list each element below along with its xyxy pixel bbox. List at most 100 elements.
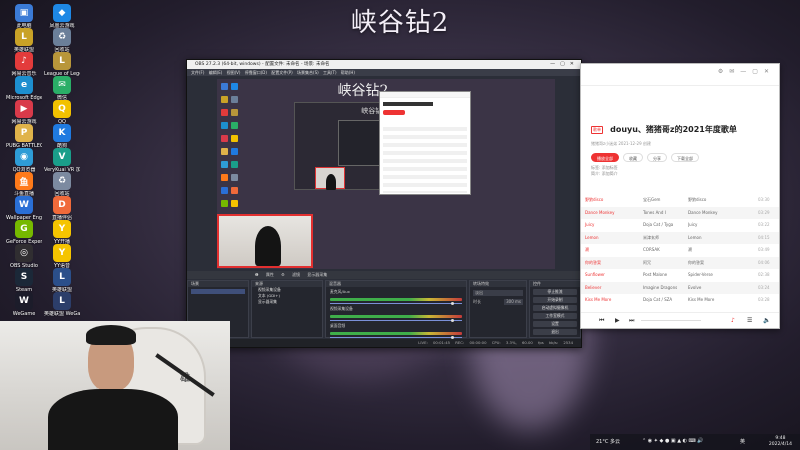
desktop-icon[interactable]: ♪ 网易云音乐 [6,52,42,77]
app-icon: Y [53,220,71,238]
obs-menubar[interactable]: 文件(F) 编辑(E) 视图(V) 停靠窗口(D) 配置文件(P) 场景集合(S… [187,69,581,76]
download-all-button[interactable]: 下载全部 [671,153,699,162]
desktop-icon[interactable]: ♻ 回收站 [44,172,80,197]
collect-button[interactable]: 收藏 [623,153,643,162]
app-icon: Q [53,100,71,118]
desktop-icon[interactable]: L 英雄联盟 [6,28,42,53]
mixer-channel[interactable]: 视频采集设备 [326,306,466,322]
playback-progress[interactable] [641,320,701,321]
app-icon: W [15,196,33,214]
music-player-bar[interactable]: ⏮ ▶ ⏭ ♪ ☰ 🔈 [581,312,779,328]
mixer-channel[interactable]: 麦克风/Aux [326,289,466,305]
desktop-icon[interactable]: ◆ 凤凰云游戏 [44,4,80,29]
ime-indicator[interactable]: 英 [740,438,745,445]
play-all-button[interactable]: 播放全部 [591,153,619,162]
desktop-icon[interactable]: LLeague of Legends [44,52,80,77]
sources-list[interactable]: 视频采集设备 文本 (GDI+) 显示器采集 [252,287,322,305]
obs-window-controls[interactable]: —▢✕ [550,60,579,69]
playlist-header: 歌单 douyu、猪猪哥z的2021年度歌单 猪猪哥z小迷弟 2021-12-2… [591,119,776,177]
obs-control-button[interactable]: 停止推流 [533,289,577,295]
desktop-icon[interactable]: D 直播伴侣 [44,196,80,221]
music-window-controls[interactable]: ⚙✉—▢✕ [718,68,775,75]
playlist-creator[interactable]: 猪猪哥z小迷弟 2021-12-29 创建 [591,141,776,147]
preview-desktop-icon [221,96,228,103]
duration-input[interactable]: 300 ms [504,299,523,305]
play-icon[interactable]: ▶ [615,317,620,324]
prev-track-icon[interactable]: ⏮ [599,317,604,325]
obs-titlebar[interactable]: OBS 27.2.3 (64-bit, windows) - 配置文件: 未命名… [187,60,581,69]
desktop-icon[interactable]: ◉ QQ浏览器 [6,148,42,173]
sources-dock[interactable]: 来源 视频采集设备 文本 (GDI+) 显示器采集 [251,280,323,338]
track-album: Spider-Verse [688,272,713,277]
app-icon: L [53,268,71,286]
transitions-dock[interactable]: 转场特效 淡出 时长 300 ms [469,280,527,338]
volume-slider[interactable] [330,302,462,305]
desktop-icon[interactable]: Y YY开播 [44,220,80,245]
volume-slider[interactable] [330,319,462,322]
mixer-dock[interactable]: 混音器 麦克风/Aux 视频采集设备 桌面音频 [325,280,467,339]
desktop-icon[interactable]: PPUBG BATTLEGR... [6,124,42,149]
obs-control-button[interactable]: 启动虚拟摄像机 [533,305,577,311]
obs-source-toolbar[interactable]: ❶ 属性 ⚙ 滤镜 显示器采集 [187,271,581,279]
weather-text[interactable]: 21°C 多云 [596,438,620,445]
track-row[interactable]: Sunflower Post Malone Spider-Verse 02:38 [581,269,779,282]
obs-control-button[interactable]: 设置 [533,321,577,327]
volume-icon[interactable]: 🔈 [763,317,770,324]
track-row[interactable]: 溯 CORSAK 溯 03:49 [581,244,779,257]
desktop-icon[interactable]: S Steam [6,268,42,293]
desktop-icon[interactable]: 鱼斗鱼直播 [6,172,42,197]
next-track-icon[interactable]: ⏭ [629,317,634,325]
desktop-icon[interactable]: VVeryKuai VR 加速器 [44,148,80,173]
scene-item[interactable] [191,289,245,294]
desktop-icon[interactable]: GGeForce Experience [6,220,42,245]
mixer-channel-label: 视频采集设备 [330,306,353,311]
playlist-description[interactable]: 标签: 添加标签 简介: 添加简介 [591,165,776,177]
track-row[interactable]: Believer Imagine Dragons Evolve 03:24 [581,281,779,294]
track-row[interactable]: 你的答案 阿冗 你的答案 04:06 [581,256,779,269]
source-item[interactable]: 显示器采集 [252,299,322,305]
preview-webcam-source[interactable] [217,214,313,268]
preview-desktop-icon [221,148,228,155]
music-player-window[interactable]: ⚙✉—▢✕ 歌单 douyu、猪猪哥z的2021年度歌单 猪猪哥z小迷弟 202… [580,63,780,329]
desktop-icon[interactable]: WWallpaper Engine [6,196,42,221]
desktop-icon[interactable]: L英雄联盟 WeGame版 [44,292,80,317]
desktop-icon[interactable]: L 英雄联盟 [44,268,80,293]
music-topbar[interactable]: ⚙✉—▢✕ [581,64,779,86]
lyrics-icon[interactable]: ♪ [731,317,735,324]
track-row[interactable]: Dance Monkey Tones And I Dance Monkey 03:29 [581,206,779,219]
obs-window[interactable]: OBS 27.2.3 (64-bit, windows) - 配置文件: 未命名… [186,59,582,348]
mixer-channels[interactable]: 麦克风/Aux 视频采集设备桌面音频 [326,289,466,339]
mixer-channel[interactable]: 桌面音频 [326,323,466,339]
desktop-icon[interactable]: ▶ 网易云游戏 [6,100,42,125]
obs-preview[interactable]: 峡谷钻2 峡谷钻2 [217,79,555,269]
track-row[interactable]: Kiss Me More Doja Cat / SZA Kiss Me More 03… [581,294,779,307]
track-row[interactable]: 野狼disco 宝石Gem 野狼disco 03:30 [581,194,779,207]
desktop-icon[interactable]: e Microsoft Edge [6,76,42,101]
controls-dock[interactable]: 控件 停止推流 开始录制 启动虚拟摄像机 工作室模式 设置 退出 [529,280,581,338]
desktop-icon[interactable]: ♻ 回收站 [44,28,80,53]
desktop-icon[interactable]: Q QQ [44,100,80,125]
track-row[interactable]: Lemon 米津玄师 Lemon 04:15 [581,231,779,244]
track-row[interactable]: Juicy Doja Cat / Tyga Juicy 03:22 [581,219,779,232]
track-album: Lemon [688,234,702,240]
app-icon: ◎ [15,244,33,262]
mixer-channel-label: 麦克风/Aux [330,289,350,294]
desktop-icon[interactable]: W WeGame [6,292,42,317]
duration-row: 时长 300 ms [473,299,523,305]
obs-control-button[interactable]: 开始录制 [533,297,577,303]
desktop-icon[interactable]: K 酷狗 [44,124,80,149]
playlist-icon[interactable]: ☰ [747,317,752,324]
system-clock[interactable]: 9:48 2022/4/14 [769,436,792,448]
share-button[interactable]: 分享 [647,153,667,162]
desktop-icon[interactable]: ▣ 此电脑 [6,4,42,29]
volume-slider[interactable] [330,336,462,339]
tray-icons[interactable]: ⌃ ◉ ✦ ◆ ● ▣ ▲ ◐ ⌨ 🔊 [642,438,704,444]
track-list[interactable]: 野狼disco 宝石Gem 野狼disco 03:30 Dance Monkey Tone… [581,194,779,307]
desktop-icon[interactable]: Y YY语音 [44,244,80,269]
desktop-icon[interactable]: ✉ 微信 [44,76,80,101]
obs-control-button[interactable]: 退出 [533,329,577,335]
desktop-icon[interactable]: ◎ OBS Studio [6,244,42,269]
transition-select[interactable]: 淡出 [473,290,523,296]
obs-control-button[interactable]: 工作室模式 [533,313,577,319]
preview-desktop-icon [231,122,238,129]
